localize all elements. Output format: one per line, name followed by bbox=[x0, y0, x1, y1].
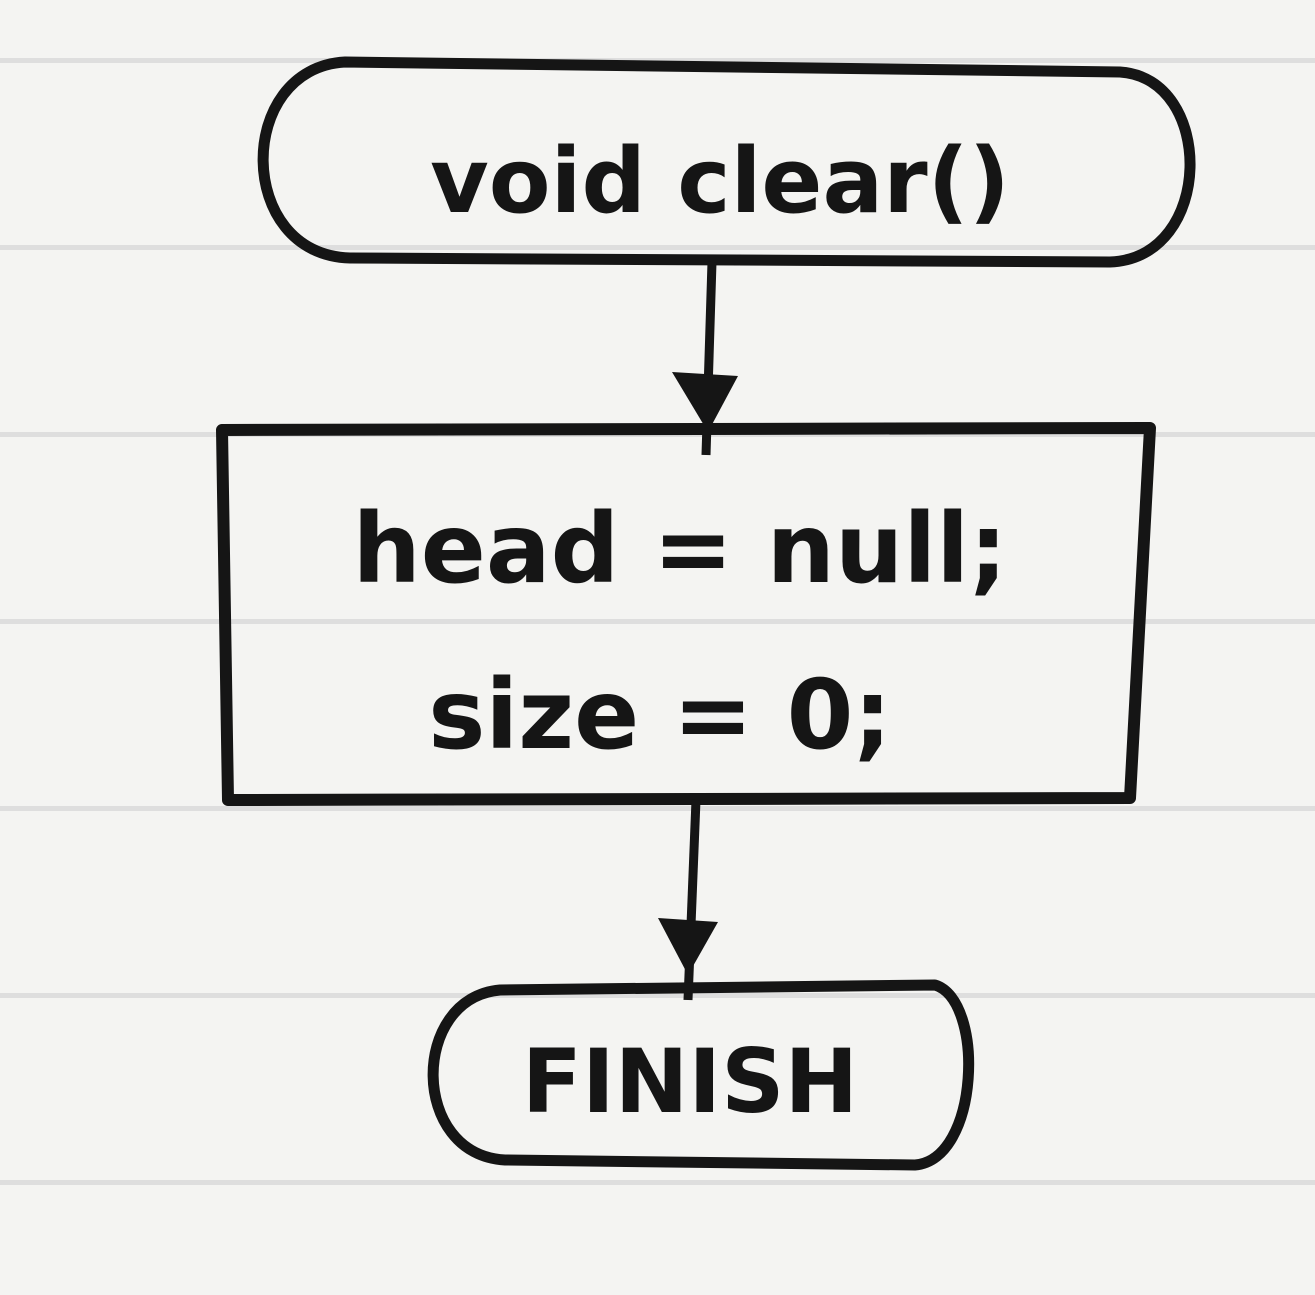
finish-terminal: FINISH bbox=[427, 979, 975, 1171]
start-terminal: void clear() bbox=[257, 56, 1196, 268]
process-box: head = null; size = 0; bbox=[216, 422, 1156, 806]
flowchart: void clear() head = null; size = 0; FINI… bbox=[216, 56, 1196, 1171]
edge-process-to-finish bbox=[658, 799, 718, 1001]
process-line-head: head = null; bbox=[352, 493, 1007, 605]
process-line-size: size = 0; bbox=[428, 659, 892, 771]
finish-terminal-label: FINISH bbox=[522, 1030, 858, 1133]
arrowhead-down-icon bbox=[658, 918, 718, 975]
start-terminal-label: void clear() bbox=[430, 129, 1010, 234]
